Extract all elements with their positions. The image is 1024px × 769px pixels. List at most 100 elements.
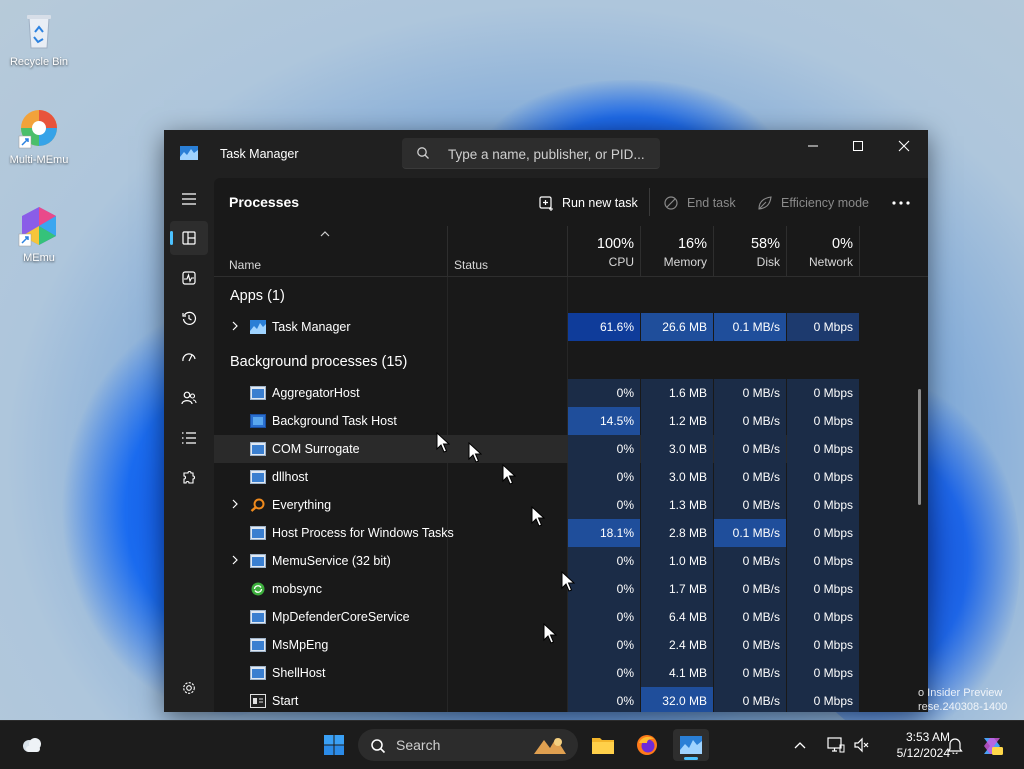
maximize-icon (853, 141, 863, 151)
copilot-icon (984, 738, 1003, 755)
group-header-apps[interactable]: Apps (1) (214, 285, 859, 313)
nav-settings[interactable] (170, 671, 208, 705)
nav-app-history[interactable] (170, 301, 208, 335)
copilot-button[interactable] (976, 729, 1008, 761)
search-input[interactable] (446, 143, 656, 165)
memory-cell: 1.0 MB (641, 547, 713, 575)
table-row[interactable]: MemuService (32 bit) 0% 1.0 MB 0 MB/s 0 … (214, 547, 859, 575)
table-row[interactable]: Start 0% 32.0 MB 0 MB/s 0 Mbps (214, 687, 859, 712)
process-name: COM Surrogate (272, 442, 360, 456)
cpu-cell: 0% (568, 547, 640, 575)
process-name: Task Manager (272, 320, 351, 334)
chevron-up-icon (794, 742, 806, 749)
start-button[interactable] (316, 729, 352, 761)
process-search-box[interactable] (402, 138, 660, 169)
table-row[interactable]: MsMpEng 0% 2.4 MB 0 MB/s 0 Mbps (214, 631, 859, 659)
file-explorer-button[interactable] (585, 729, 621, 761)
volume-tray-button[interactable] (848, 729, 876, 761)
app-window-icon (250, 638, 266, 652)
memory-cell: 3.0 MB (641, 435, 713, 463)
nav-details[interactable] (170, 421, 208, 455)
minimize-button[interactable] (790, 130, 836, 162)
end-task-icon (664, 196, 678, 210)
group-header-background[interactable]: Background processes (15) (214, 351, 859, 379)
column-network[interactable]: 0% Network (787, 236, 853, 269)
more-options-button[interactable] (892, 190, 918, 216)
taskbar-search[interactable]: Search (358, 729, 578, 761)
task-manager-window: Task Manager Type a name, publisher, or … (164, 130, 928, 712)
column-disk[interactable]: 58% Disk (714, 236, 780, 269)
close-icon (898, 140, 910, 152)
table-row[interactable]: Task Manager 61.6% 26.6 MB 0.1 MB/s 0 Mb… (214, 313, 859, 341)
column-name[interactable]: Name (229, 258, 261, 272)
sync-icon (251, 582, 265, 596)
efficiency-mode-button[interactable]: Efficiency mode (757, 190, 869, 216)
table-row[interactable]: MpDefenderCoreService 0% 6.4 MB 0 MB/s 0… (214, 603, 859, 631)
desktop-icon-memu[interactable]: MEmu (1, 204, 77, 264)
column-status[interactable]: Status (454, 258, 488, 272)
end-task-button[interactable]: End task (663, 190, 736, 216)
firefox-icon (637, 735, 657, 755)
cpu-label: CPU (608, 255, 634, 269)
group-title: Background processes (15) (230, 354, 408, 370)
process-name: Background Task Host (272, 414, 397, 428)
memory-cell: 3.0 MB (641, 463, 713, 491)
table-row[interactable]: ShellHost 0% 4.1 MB 0 MB/s 0 Mbps (214, 659, 859, 687)
maximize-button[interactable] (835, 130, 881, 162)
chevron-right-icon[interactable] (230, 498, 240, 510)
close-button[interactable] (881, 130, 927, 162)
memory-cell: 26.6 MB (641, 313, 713, 341)
nav-startup-apps[interactable] (170, 341, 208, 375)
page-title: Processes (229, 194, 300, 210)
column-divider (447, 226, 448, 276)
app-window-icon (250, 610, 266, 624)
process-name: Start (272, 694, 299, 708)
sort-ascending-icon (320, 231, 330, 237)
table-row[interactable]: AggregatorHost 0% 1.6 MB 0 MB/s 0 Mbps (214, 379, 859, 407)
background-task-icon (250, 414, 266, 428)
desktop-icon-recycle-bin[interactable]: Recycle Bin (1, 8, 77, 68)
disk-cell: 0.1 MB/s (714, 313, 786, 341)
nav-services[interactable] (170, 461, 208, 495)
show-hidden-icons-button[interactable] (786, 729, 814, 761)
cpu-cell: 0% (568, 491, 640, 519)
task-manager-taskbar-button[interactable] (673, 729, 709, 761)
process-name: MpDefenderCoreService (272, 610, 410, 624)
weather-widget[interactable] (14, 729, 50, 761)
hamburger-menu-button[interactable] (170, 182, 208, 216)
memory-cell: 2.4 MB (641, 631, 713, 659)
table-row[interactable]: COM Surrogate 0% 3.0 MB 0 MB/s 0 Mbps (214, 435, 859, 463)
notifications-button[interactable] (940, 729, 970, 761)
network-cell: 0 Mbps (787, 687, 859, 712)
column-memory[interactable]: 16% Memory (641, 236, 707, 269)
chevron-right-icon[interactable] (230, 554, 240, 566)
memory-label: Memory (663, 255, 707, 269)
nav-performance[interactable] (170, 261, 208, 295)
disk-cell: 0 MB/s (714, 407, 786, 435)
memory-cell: 1.2 MB (641, 407, 713, 435)
leaf-icon (758, 196, 772, 210)
monitor-icon (827, 737, 845, 753)
nav-processes[interactable] (170, 221, 208, 255)
table-row[interactable]: mobsync 0% 1.7 MB 0 MB/s 0 Mbps (214, 575, 859, 603)
network-cell: 0 Mbps (787, 519, 859, 547)
title-bar[interactable]: Task Manager (164, 130, 928, 178)
display-tray-button[interactable] (822, 729, 850, 761)
magnifier-icon (250, 498, 265, 512)
firefox-button[interactable] (629, 729, 665, 761)
run-new-task-button[interactable]: Run new task (538, 190, 638, 216)
column-cpu[interactable]: 100% CPU (568, 236, 634, 269)
vertical-scrollbar[interactable] (918, 389, 921, 505)
nav-users[interactable] (170, 381, 208, 415)
disk-cell: 0.1 MB/s (714, 519, 786, 547)
chevron-right-icon[interactable] (230, 320, 240, 332)
table-row[interactable]: Background Task Host 14.5% 1.2 MB 0 MB/s… (214, 407, 859, 435)
task-manager-icon (680, 736, 702, 754)
speedometer-icon (182, 353, 196, 362)
mouse-cursor-icon (502, 464, 516, 485)
table-row[interactable]: dllhost 0% 3.0 MB 0 MB/s 0 Mbps (214, 463, 859, 491)
process-name: Host Process for Windows Tasks (272, 526, 454, 540)
disk-cell: 0 MB/s (714, 631, 786, 659)
desktop-icon-multi-memu[interactable]: Multi-MEmu (1, 106, 77, 166)
disk-cell: 0 MB/s (714, 603, 786, 631)
